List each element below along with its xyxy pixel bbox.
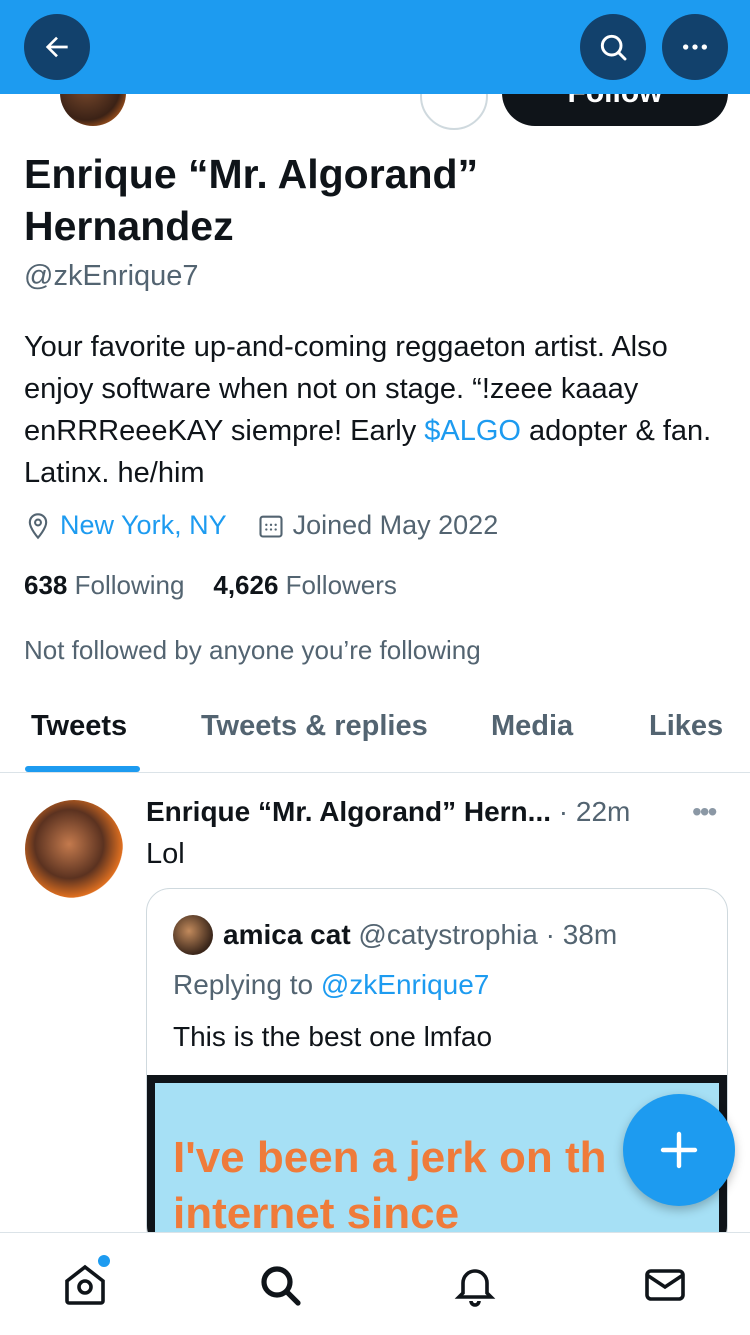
bottom-navigation [0, 1232, 750, 1335]
replying-to: Replying to @zkEnrique7 [173, 969, 490, 1000]
profile-name: Enrique “Mr. Algorand” Hernandez [24, 151, 479, 249]
tab-likes[interactable]: Likes [649, 710, 723, 743]
search-icon [600, 34, 627, 61]
tab-media[interactable]: Media [491, 710, 573, 743]
nav-messages[interactable] [641, 1261, 689, 1309]
mail-icon [645, 1269, 685, 1301]
nav-explore[interactable] [256, 1261, 304, 1309]
location-icon [28, 512, 48, 539]
quoted-author-meta: @catystrophia · 38m [358, 919, 618, 950]
profile-location[interactable]: New York, NY [60, 510, 227, 541]
tweet-more-icon[interactable]: ••• [692, 796, 717, 828]
top-app-bar [0, 0, 750, 94]
tweet-author-name[interactable]: Enrique “Mr. Algorand” Hern... [146, 796, 551, 827]
plus-icon [660, 1131, 698, 1169]
search-button[interactable] [580, 14, 646, 80]
tweet-time: · 22m [558, 796, 631, 827]
profile-bio: Your favorite up-and-coming reggaeton ar… [24, 326, 734, 494]
arrow-left-icon [45, 36, 68, 58]
tweet-text: Lol [146, 838, 185, 870]
more-icon [683, 44, 707, 50]
more-options-button[interactable] [662, 14, 728, 80]
quoted-author-name: amica cat [223, 919, 351, 950]
following-link[interactable]: 638 Following [24, 570, 184, 600]
back-button[interactable] [24, 14, 90, 80]
bio-cashtag-link[interactable]: $ALGO [424, 415, 521, 447]
search-icon [261, 1266, 301, 1306]
quoted-tweet[interactable]: amica cat @catystrophia · 38m Replying t… [146, 888, 728, 1250]
profile-handle: @zkEnrique7 [24, 260, 199, 292]
tweet-header: Enrique “Mr. Algorand” Hern... · 22m [146, 796, 630, 828]
mutual-followers-note: Not followed by anyone you’re following [24, 635, 481, 665]
profile-meta: New York, NY Joined May 2022 [24, 510, 498, 541]
profile-joined: Joined May 2022 [292, 510, 499, 540]
profile-tabs: Tweets Tweets & replies Media Likes [0, 700, 750, 773]
bell-icon [454, 1269, 496, 1307]
quoted-tweet-header: amica cat @catystrophia · 38m [223, 919, 617, 951]
active-tab-indicator [25, 766, 140, 772]
quoted-tweet-text: This is the best one lmfao [173, 1021, 493, 1052]
meme-text-line-1: I've been a jerk on th [173, 1133, 607, 1182]
calendar-icon [259, 515, 283, 538]
followers-link[interactable]: 4,626 Followers [213, 570, 397, 600]
follow-stats: 638 Following 4,626 Followers [24, 570, 397, 601]
quoted-author-avatar [173, 915, 213, 955]
tab-tweets-replies[interactable]: Tweets & replies [201, 710, 428, 743]
compose-tweet-button[interactable] [623, 1094, 735, 1206]
nav-notifications[interactable] [451, 1261, 499, 1309]
tweet-author-avatar[interactable] [25, 800, 123, 898]
replying-to-handle[interactable]: @zkEnrique7 [321, 969, 490, 1000]
home-notification-dot [96, 1253, 112, 1269]
tab-tweets[interactable]: Tweets [31, 710, 127, 743]
